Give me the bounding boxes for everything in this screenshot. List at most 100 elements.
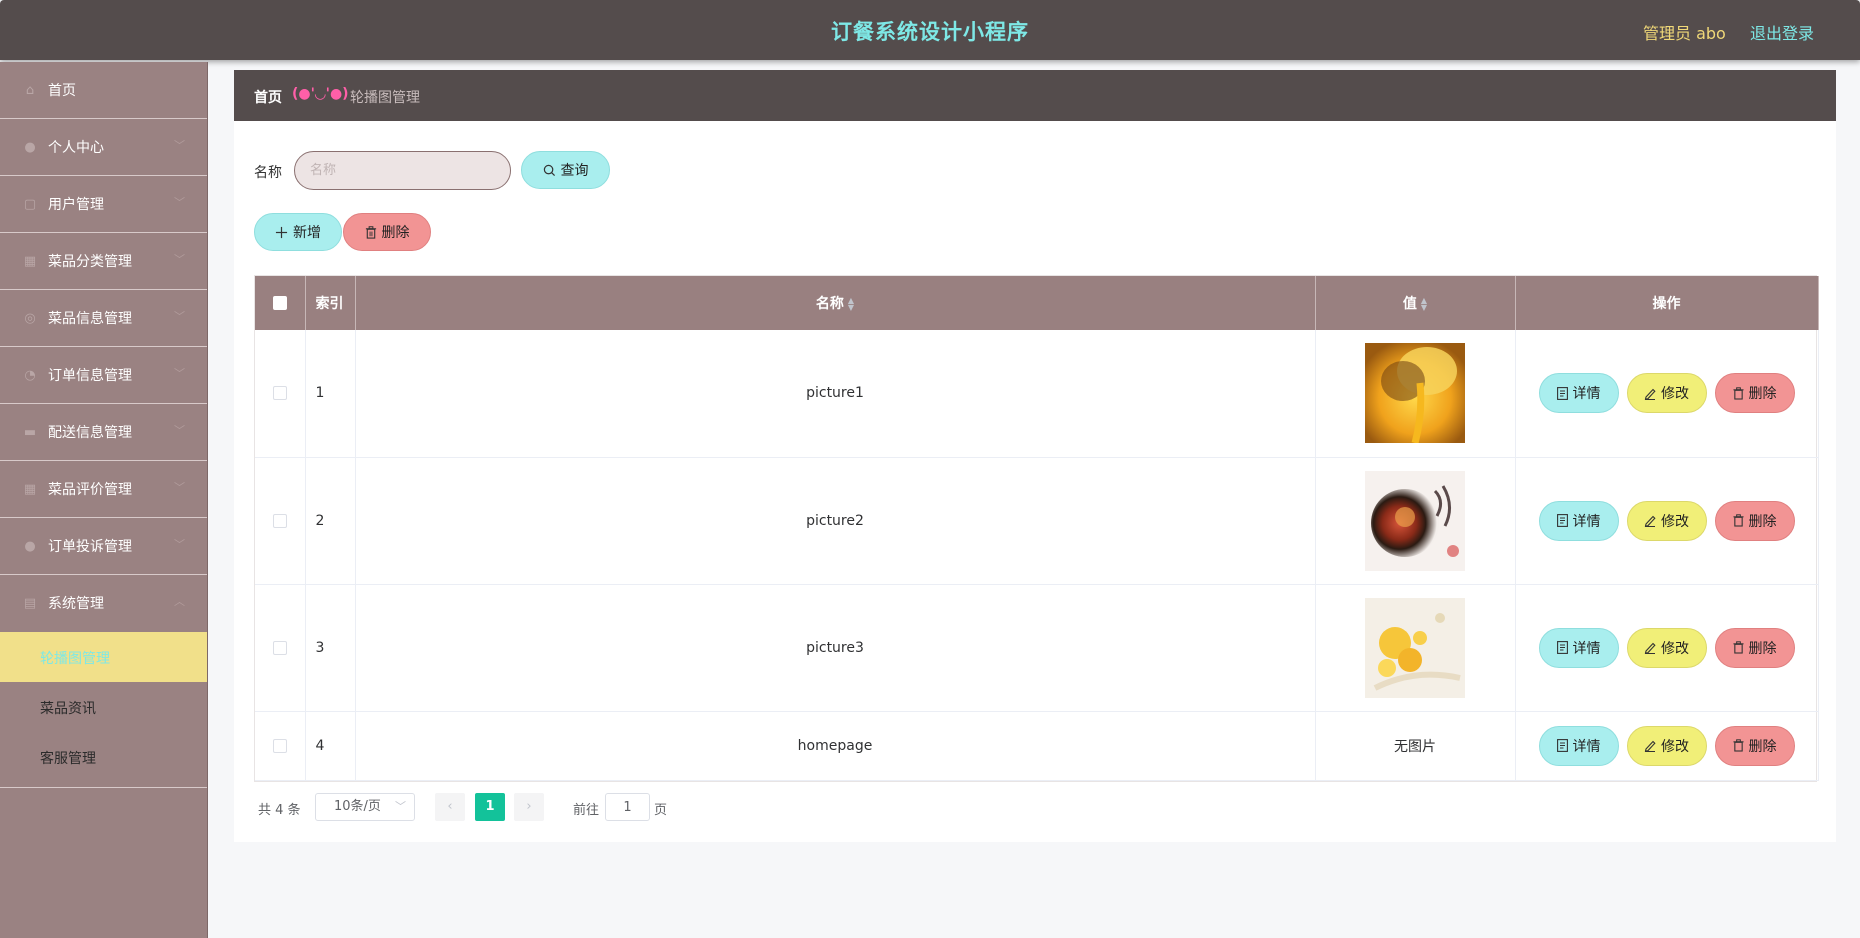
trash-icon	[1732, 641, 1744, 654]
edit-icon	[1644, 642, 1656, 654]
column-header-value-label: 值	[1402, 296, 1417, 312]
sidebar-item-user-management[interactable]: ▢ 用户管理 ﹀	[0, 176, 207, 233]
row-name: picture1	[355, 330, 1316, 458]
column-header-value[interactable]: 值 ▲ ▼	[1315, 276, 1516, 330]
sort-icon[interactable]: ▲ ▼	[848, 297, 854, 312]
search-icon	[543, 164, 555, 176]
row-checkbox-cell	[255, 711, 306, 781]
query-button-label: 查询	[560, 163, 589, 179]
detail-button[interactable]: 详情	[1538, 627, 1619, 668]
row-index: 4	[305, 711, 356, 781]
delete-button[interactable]: 删除	[1714, 373, 1795, 414]
admin-name: 管理员 abo	[1643, 24, 1726, 43]
table-header-row: 索引 名称 ▲ ▼ 值 ▲ ▼ 操作	[255, 276, 1819, 330]
detail-button[interactable]: 详情	[1538, 725, 1619, 766]
delete-button-label: 删除	[1748, 640, 1777, 657]
goto-page-input[interactable]	[605, 793, 650, 821]
detail-button[interactable]: 详情	[1538, 500, 1619, 541]
category-icon: ▦	[23, 254, 37, 269]
detail-button-label: 详情	[1572, 386, 1601, 403]
edit-icon	[1644, 515, 1656, 527]
edit-button[interactable]: 修改	[1626, 373, 1707, 414]
goto-label: 前往	[573, 803, 600, 818]
row-ops: 详情 修改 删除	[1515, 330, 1819, 458]
user-icon: ●	[24, 140, 36, 155]
sort-icon[interactable]: ▲ ▼	[1421, 297, 1427, 312]
delete-button-label: 删除	[1748, 738, 1777, 755]
table-row: 3 picture3 详情 修改 删除	[255, 584, 1819, 712]
chevron-down-icon: ﹀	[395, 800, 406, 813]
query-button[interactable]: 查询	[521, 151, 610, 189]
search-input[interactable]	[294, 151, 511, 190]
row-value	[1315, 584, 1516, 712]
app-title: 订餐系统设计小程序	[831, 20, 1029, 44]
logout-link[interactable]: 退出登录	[1750, 20, 1814, 44]
row-checkbox[interactable]	[272, 640, 287, 655]
edit-button[interactable]: 修改	[1626, 725, 1707, 766]
row-name: picture2	[355, 457, 1316, 585]
batch-delete-button-label: 删除	[381, 225, 410, 241]
column-header-index: 索引	[305, 276, 356, 330]
sidebar-subitem-carousel[interactable]: 轮播图管理	[0, 632, 207, 682]
chevron-down-icon: ﹀	[174, 139, 185, 152]
chevron-down-icon: ﹀	[174, 196, 185, 209]
edit-button[interactable]: 修改	[1626, 500, 1707, 541]
sidebar-item-label: 系统管理	[48, 596, 104, 612]
select-all-checkbox[interactable]	[272, 296, 287, 310]
review-icon: ▦	[23, 482, 37, 497]
document-icon	[1556, 641, 1568, 654]
edit-button-label: 修改	[1661, 738, 1689, 755]
delivery-icon: ▬	[23, 425, 37, 440]
delete-button-label: 删除	[1748, 513, 1777, 530]
sidebar-item-dish-review[interactable]: ▦ 菜品评价管理 ﹀	[0, 461, 207, 518]
next-page-button[interactable]: ›	[514, 793, 544, 821]
edit-icon	[1644, 388, 1656, 400]
add-button[interactable]: 新增	[254, 213, 342, 251]
sidebar-subitem-customer-service[interactable]: 客服管理	[0, 732, 207, 782]
home-icon: ⌂	[25, 83, 35, 98]
column-header-ops: 操作	[1515, 276, 1819, 330]
table-row: 4 homepage 无图片 详情 修改 删除	[255, 711, 1819, 781]
sidebar-subitem-dish-news[interactable]: 菜品资讯	[0, 682, 207, 732]
sidebar-item-order-complaint[interactable]: ● 订单投诉管理 ﹀	[0, 518, 207, 575]
sidebar-item-personal-center[interactable]: ● 个人中心 ﹀	[0, 119, 207, 176]
sidebar-item-label: 菜品分类管理	[48, 254, 132, 270]
sidebar-item-home[interactable]: ⌂ 首页	[0, 62, 207, 119]
row-checkbox[interactable]	[272, 738, 287, 753]
carousel-thumbnail-honey[interactable]	[1365, 343, 1465, 444]
row-ops: 详情 修改 删除	[1515, 711, 1819, 781]
data-table: 索引 名称 ▲ ▼ 值 ▲ ▼ 操作 1 picture1 详情 修改 删除 2…	[254, 275, 1819, 782]
table-row: 2 picture2 详情 修改 删除	[255, 457, 1819, 585]
carousel-thumbnail-corn[interactable]	[1365, 597, 1465, 698]
sidebar-item-order-info[interactable]: ◔ 订单信息管理 ﹀	[0, 347, 207, 404]
breadcrumb-home[interactable]: 首页	[254, 87, 282, 107]
sidebar-item-system-management[interactable]: ▤ 系统管理 ︿	[0, 575, 207, 632]
column-header-name[interactable]: 名称 ▲ ▼	[355, 276, 1316, 330]
chevron-down-icon: ﹀	[174, 424, 185, 437]
delete-button-label: 删除	[1748, 386, 1777, 403]
sidebar-subitem-label: 轮播图管理	[40, 651, 110, 667]
row-checkbox[interactable]	[272, 513, 287, 528]
sidebar-item-label: 首页	[48, 83, 76, 99]
page-size-select[interactable]: 10条/页 ﹀	[315, 793, 415, 821]
delete-button[interactable]: 删除	[1714, 500, 1795, 541]
row-value	[1315, 330, 1516, 458]
delete-button[interactable]: 删除	[1714, 725, 1795, 766]
batch-delete-button[interactable]: 删除	[343, 213, 431, 251]
chevron-down-icon: ﹀	[174, 253, 185, 266]
edit-button[interactable]: 修改	[1626, 627, 1707, 668]
delete-button[interactable]: 删除	[1714, 627, 1795, 668]
chevron-down-icon: ﹀	[174, 481, 185, 494]
sidebar-item-dish-info[interactable]: ◎ 菜品信息管理 ﹀	[0, 290, 207, 347]
edit-button-label: 修改	[1661, 640, 1689, 657]
page-number-current[interactable]: 1	[475, 793, 505, 821]
carousel-thumbnail-bowl[interactable]	[1365, 470, 1465, 571]
sidebar-item-delivery-info[interactable]: ▬ 配送信息管理 ﹀	[0, 404, 207, 461]
edit-icon	[1644, 740, 1656, 752]
sidebar: ⌂ 首页 ● 个人中心 ﹀ ▢ 用户管理 ﹀ ▦ 菜品分类管理 ﹀ ◎ 菜品信息…	[0, 62, 208, 938]
prev-page-button[interactable]: ‹	[435, 793, 465, 821]
sidebar-item-dish-category[interactable]: ▦ 菜品分类管理 ﹀	[0, 233, 207, 290]
complaint-icon: ●	[24, 539, 36, 554]
row-checkbox[interactable]	[272, 386, 287, 401]
detail-button[interactable]: 详情	[1538, 373, 1619, 414]
